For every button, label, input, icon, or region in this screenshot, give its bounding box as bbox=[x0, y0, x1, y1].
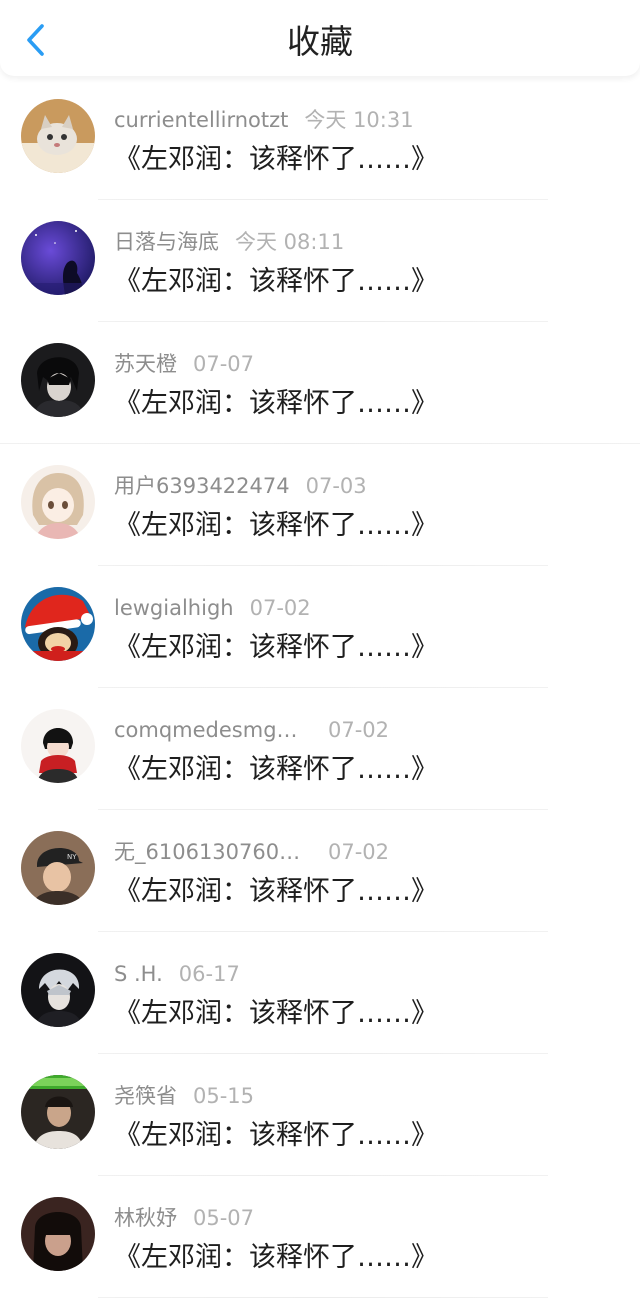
item-meta: 无_6106130760… 07-02 bbox=[114, 838, 389, 866]
username[interactable]: comqmedesmg… bbox=[114, 716, 312, 744]
list-item[interactable]: NY 无_6106130760… 07-02 《左邓润：该释怀了……》 bbox=[0, 810, 640, 932]
username[interactable]: 无_6106130760… bbox=[114, 838, 312, 866]
item-title: 《左邓润：该释怀了……》 bbox=[114, 632, 438, 663]
avatar[interactable] bbox=[21, 1075, 95, 1149]
item-meta: lewgialhigh 07-02 bbox=[114, 594, 311, 622]
list-item[interactable]: 林秋妤 05-07 《左邓润：该释怀了……》 bbox=[0, 1176, 640, 1298]
item-meta: comqmedesmg… 07-02 bbox=[114, 716, 389, 744]
timestamp: 今天 08:11 bbox=[235, 230, 345, 254]
item-meta: 用户6393422474 07-03 bbox=[114, 472, 367, 500]
item-meta: 尧筷省 05-15 bbox=[114, 1082, 254, 1110]
svg-text:NY: NY bbox=[67, 853, 77, 861]
avatar[interactable] bbox=[21, 709, 95, 783]
avatar[interactable]: NY bbox=[21, 831, 95, 905]
item-title: 《左邓润：该释怀了……》 bbox=[114, 266, 438, 297]
username[interactable]: 苏天橙 bbox=[114, 352, 177, 376]
username[interactable]: 日落与海底 bbox=[114, 230, 219, 254]
item-title: 《左邓润：该释怀了……》 bbox=[114, 144, 438, 175]
avatar[interactable] bbox=[21, 1197, 95, 1271]
item-title: 《左邓润：该释怀了……》 bbox=[114, 510, 438, 541]
timestamp: 05-15 bbox=[193, 1084, 255, 1108]
timestamp: 今天 10:31 bbox=[304, 108, 414, 132]
avatar[interactable] bbox=[21, 343, 95, 417]
username[interactable]: 尧筷省 bbox=[114, 1084, 177, 1108]
list-item[interactable]: 苏天橙 07-07 《左邓润：该释怀了……》 bbox=[0, 322, 640, 444]
list-item[interactable]: lewgialhigh 07-02 《左邓润：该释怀了……》 bbox=[0, 566, 640, 688]
list-item[interactable]: 日落与海底 今天 08:11 《左邓润：该释怀了……》 bbox=[0, 200, 640, 322]
item-meta: 苏天橙 07-07 bbox=[114, 350, 254, 378]
avatar[interactable] bbox=[21, 587, 95, 661]
item-title: 《左邓润：该释怀了……》 bbox=[114, 754, 438, 785]
list-item[interactable]: 尧筷省 05-15 《左邓润：该释怀了……》 bbox=[0, 1054, 640, 1176]
page-title: 收藏 bbox=[287, 22, 353, 61]
item-meta: S .H. 06-17 bbox=[114, 960, 240, 988]
avatar[interactable] bbox=[21, 99, 95, 173]
item-title: 《左邓润：该释怀了……》 bbox=[114, 1120, 438, 1151]
timestamp: 06-17 bbox=[178, 962, 240, 986]
username[interactable]: 用户6393422474 bbox=[114, 474, 290, 498]
username[interactable]: S .H. bbox=[114, 962, 163, 986]
item-title: 《左邓润：该释怀了……》 bbox=[114, 1242, 438, 1273]
timestamp: 07-02 bbox=[328, 840, 390, 864]
list-item[interactable]: S .H. 06-17 《左邓润：该释怀了……》 bbox=[0, 932, 640, 1054]
username[interactable]: currientellirnotzt bbox=[114, 108, 288, 132]
item-title: 《左邓润：该释怀了……》 bbox=[114, 998, 438, 1029]
list-item[interactable]: currientellirnotzt 今天 10:31 《左邓润：该释怀了……》 bbox=[0, 78, 640, 200]
timestamp: 07-02 bbox=[328, 718, 390, 742]
avatar[interactable] bbox=[21, 221, 95, 295]
item-meta: 林秋妤 05-07 bbox=[114, 1204, 254, 1232]
list-item[interactable]: 用户6393422474 07-03 《左邓润：该释怀了……》 bbox=[0, 444, 640, 566]
item-title: 《左邓润：该释怀了……》 bbox=[114, 876, 438, 907]
avatar[interactable] bbox=[21, 465, 95, 539]
timestamp: 07-02 bbox=[249, 596, 311, 620]
timestamp: 07-03 bbox=[305, 474, 367, 498]
item-meta: 日落与海底 今天 08:11 bbox=[114, 228, 344, 256]
navigation-bar: 收藏 bbox=[0, 0, 640, 76]
username[interactable]: lewgialhigh bbox=[114, 596, 234, 620]
item-meta: currientellirnotzt 今天 10:31 bbox=[114, 106, 414, 134]
timestamp: 07-07 bbox=[193, 352, 255, 376]
list-item[interactable]: comqmedesmg… 07-02 《左邓润：该释怀了……》 bbox=[0, 688, 640, 810]
avatar[interactable] bbox=[21, 953, 95, 1027]
timestamp: 05-07 bbox=[193, 1206, 255, 1230]
username[interactable]: 林秋妤 bbox=[114, 1206, 177, 1230]
item-title: 《左邓润：该释怀了……》 bbox=[114, 388, 438, 419]
favorites-list: currientellirnotzt 今天 10:31 《左邓润：该释怀了……》 … bbox=[0, 78, 640, 1298]
